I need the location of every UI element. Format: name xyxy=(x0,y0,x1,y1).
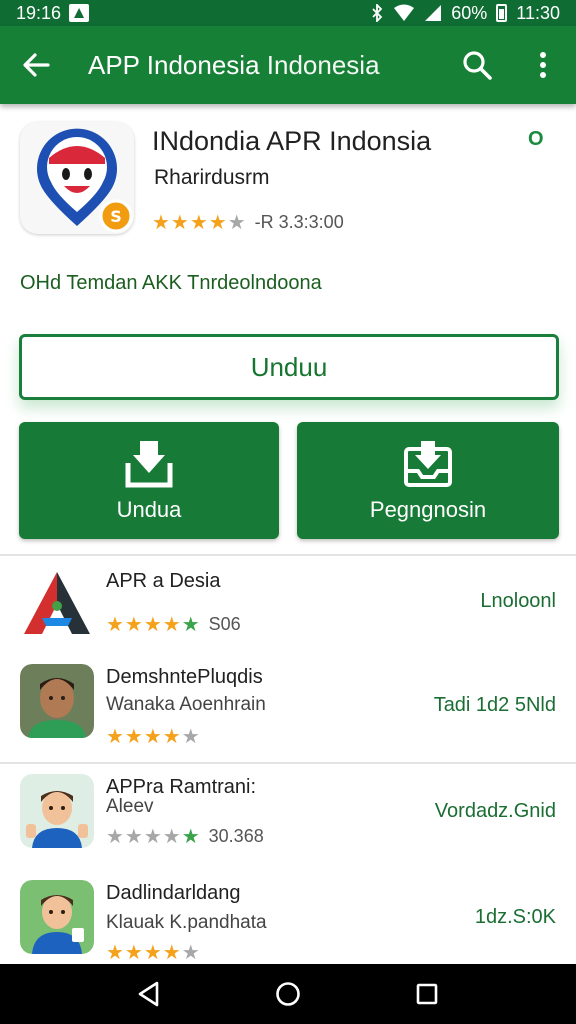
list-item-rating-count: 30.368 xyxy=(208,826,264,846)
list-item-stars: ★★★★★ xyxy=(106,942,201,964)
list-item-rating-count: S06 xyxy=(208,614,241,634)
download-button[interactable]: Undua xyxy=(19,422,279,539)
list-item[interactable]: APR a Desia ★★★★★ S06 Lnoloonl xyxy=(0,558,576,658)
battery-icon xyxy=(496,4,508,22)
nav-back-button[interactable] xyxy=(119,964,179,1024)
download-outline-label: Unduu xyxy=(250,351,328,382)
search-icon xyxy=(463,51,492,80)
nav-home-button[interactable] xyxy=(258,964,318,1024)
red-triangle-logo-icon xyxy=(24,572,90,634)
list-item-side-label: Tadi 1d2 5Nld xyxy=(433,694,556,716)
more-vert-icon xyxy=(540,52,546,78)
wifi-icon xyxy=(394,4,415,21)
app-icon: S xyxy=(20,122,134,234)
list-item-stars: ★★★★★ xyxy=(106,614,201,636)
mascot-pin-icon: S xyxy=(37,128,133,233)
app-tagline: OHd Temdan AKK Tnrdeolndoona xyxy=(20,272,322,294)
developer-name[interactable]: Rharirdusrm xyxy=(154,166,270,190)
list-item-side-label: Lnoloonl xyxy=(480,590,556,612)
rating-stars: ★★★★★ xyxy=(152,212,247,234)
boy-photo-icon xyxy=(20,664,94,738)
list-item-title: Dadlindarldang xyxy=(106,882,241,904)
battery-percent: 60% xyxy=(451,2,488,23)
back-button[interactable] xyxy=(0,26,72,104)
nav-recents-button[interactable] xyxy=(397,964,457,1024)
circle-home-icon xyxy=(276,982,300,1006)
list-item[interactable]: Dadlindarldang Klauak K.pandhata ★★★★★ 1… xyxy=(0,874,576,974)
inbox-download-icon xyxy=(404,440,452,487)
page-title: APP Indonesia Indonesia xyxy=(88,50,380,81)
status-time: 19:16 xyxy=(16,2,62,23)
list-item-title: APR a Desia xyxy=(106,570,221,592)
app-rating: ★★★★★ -R 3.3:3:00 xyxy=(152,210,344,235)
list-divider xyxy=(0,554,576,556)
list-item-subtitle: Aleev xyxy=(106,796,154,817)
system-nav-bar xyxy=(0,964,576,1024)
rating-count: -R 3.3:3:00 xyxy=(254,212,344,232)
download-outline-button[interactable]: Unduu xyxy=(19,334,559,400)
page-title-main: APP Indonesia xyxy=(88,49,260,80)
triangle-back-icon xyxy=(139,981,159,1007)
list-item-stars: ★★★★★ xyxy=(106,826,201,848)
svg-text:S: S xyxy=(110,207,122,226)
manage-button[interactable]: Pegngnosin xyxy=(297,422,559,539)
manage-button-label: Pegngnosin xyxy=(369,496,487,522)
list-item-rating: ★★★★★ xyxy=(106,940,201,965)
list-item-subtitle: Klauak K.pandhata xyxy=(106,912,267,933)
download-icon xyxy=(125,440,173,487)
status-clock: 11:30 xyxy=(516,2,560,23)
boy-cartoon-icon xyxy=(20,774,94,848)
list-item[interactable]: APPra Ramtrani: Aleev ★★★★★ 30.368 Vorda… xyxy=(0,768,576,868)
list-item-rating: ★★★★★ 30.368 xyxy=(106,824,264,849)
list-item-title: DemshntePluqdis xyxy=(106,666,263,688)
signal-icon xyxy=(425,5,442,21)
list-item-rating: ★★★★★ xyxy=(106,724,201,749)
bluetooth-icon xyxy=(372,4,383,22)
list-divider xyxy=(0,762,576,764)
download-button-label: Undua xyxy=(116,496,182,522)
square-recents-icon xyxy=(416,983,437,1005)
search-button[interactable] xyxy=(444,26,510,104)
list-item-stars: ★★★★★ xyxy=(106,726,201,748)
status-bar: 19:16 60% 11:30 xyxy=(0,0,576,26)
boy-cartoon-icon xyxy=(20,880,94,954)
back-arrow-icon xyxy=(23,53,50,77)
overflow-menu-button[interactable] xyxy=(510,26,576,104)
list-item-side-label: 1dz.S:0K xyxy=(474,906,556,928)
list-item[interactable]: DemshntePluqdis Wanaka Aoenhrain ★★★★★ T… xyxy=(0,660,576,760)
list-item-subtitle: Wanaka Aoenhrain xyxy=(106,694,266,715)
install-status-badge: O xyxy=(528,128,544,150)
app-name: INdondia APR Indonsia xyxy=(152,126,432,156)
app-bar: APP Indonesia Indonesia xyxy=(0,26,576,104)
list-item-side-label: Vordadz.Gnid xyxy=(434,800,556,822)
notification-icon xyxy=(69,4,90,22)
list-item-rating: ★★★★★ S06 xyxy=(106,612,241,637)
page-title-sub: Indonesia xyxy=(266,49,380,80)
